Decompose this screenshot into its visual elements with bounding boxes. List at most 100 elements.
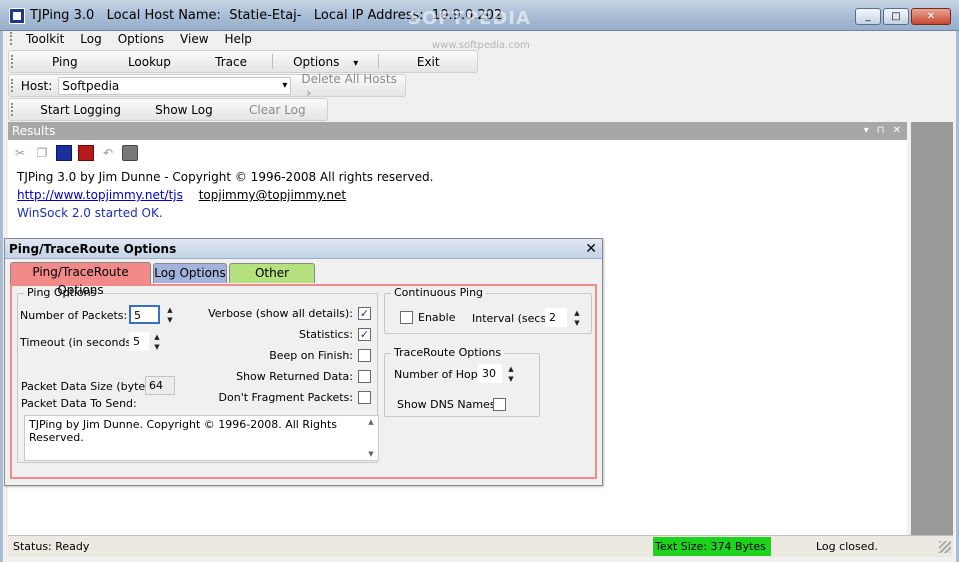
spin-down-icon[interactable]: ▼	[505, 374, 517, 384]
host-select[interactable]: Softpedia ▾	[58, 76, 292, 95]
results-line: http://www.topjimmy.net/tjs topjimmy@top…	[17, 186, 433, 204]
scroll-down-icon[interactable]: ▼	[368, 450, 373, 458]
results-header: Results ▾ ⊓ ✕	[8, 122, 907, 140]
statistics-label: Statistics:	[299, 328, 353, 341]
results-line: WinSock 2.0 started OK.	[17, 206, 163, 220]
menu-toolkit[interactable]: Toolkit	[18, 32, 72, 46]
menu-help[interactable]: Help	[217, 32, 260, 46]
enable-label: Enable	[418, 311, 456, 324]
lookup-button[interactable]: Lookup	[109, 55, 191, 69]
menu-log[interactable]: Log	[72, 32, 109, 46]
tab-panel: Ping Options Number of Packets: 5 ▲ ▼ Ti…	[10, 284, 597, 479]
verbose-label: Verbose (show all details):	[208, 307, 353, 320]
show-dns-label: Show DNS Names:	[397, 398, 500, 411]
timeout-label: Timeout (in seconds):	[20, 336, 140, 349]
spin-up-icon[interactable]: ▲	[151, 332, 163, 342]
interval-label: Interval (secs):	[472, 312, 555, 325]
show-log-button[interactable]: Show Log	[140, 103, 227, 117]
toolbar-grip[interactable]	[11, 55, 15, 68]
packet-data-text: TJPing by Jim Dunne. Copyright © 1996-20…	[29, 418, 338, 444]
textarea-scrollbar[interactable]: ▲ ▼	[366, 418, 376, 458]
menu-options[interactable]: Options	[110, 32, 172, 46]
scroll-up-icon[interactable]: ▲	[368, 418, 373, 426]
status-bar: Status: Ready Text Size: 374 Bytes Log c…	[8, 535, 953, 557]
clear-icon[interactable]	[78, 145, 94, 161]
hostbar-grip[interactable]	[11, 79, 15, 92]
main-toolbar: Ping Lookup Trace Options ▾ Exit	[8, 50, 478, 73]
start-logging-button[interactable]: Start Logging	[21, 103, 140, 117]
tab-ping-traceroute-options[interactable]: Ping/TraceRoute Options	[10, 262, 151, 297]
resize-grip[interactable]	[939, 541, 951, 553]
spin-up-icon[interactable]: ▲	[164, 305, 176, 315]
print-icon[interactable]	[122, 145, 138, 161]
verbose-checkbox[interactable]: ✓	[358, 307, 371, 320]
right-gray-panel	[911, 122, 953, 535]
email-link[interactable]: topjimmy@topjimmy.net	[199, 188, 346, 202]
traceroute-options-title: TraceRoute Options	[391, 346, 505, 359]
chevron-down-icon: ▾	[282, 80, 288, 91]
show-dns-checkbox[interactable]	[493, 398, 506, 411]
spin-up-icon[interactable]: ▲	[505, 364, 517, 374]
pin-icon[interactable]: ⊓	[877, 122, 885, 140]
website-link[interactable]: http://www.topjimmy.net/tjs	[17, 188, 183, 202]
pane-menu-icon[interactable]: ▾	[864, 122, 869, 140]
enable-checkbox[interactable]	[400, 311, 413, 324]
num-packets-spinner[interactable]: ▲ ▼	[164, 305, 176, 325]
hops-label: Number of Hops:	[394, 368, 488, 381]
pane-controls: ▾ ⊓ ✕	[864, 122, 901, 140]
minimize-button[interactable]: _	[855, 8, 881, 25]
show-returned-checkbox[interactable]	[358, 370, 371, 383]
packet-data-textarea[interactable]: TJPing by Jim Dunne. Copyright © 1996-20…	[24, 415, 379, 461]
dialog-title-bar[interactable]: Ping/TraceRoute Options ✕	[5, 239, 602, 259]
logbar-grip[interactable]	[11, 103, 15, 116]
host-value: Softpedia	[62, 78, 120, 93]
spin-down-icon[interactable]: ▼	[571, 318, 583, 328]
trace-button[interactable]: Trace	[190, 55, 272, 69]
close-button[interactable]: ✕	[911, 8, 951, 25]
cut-icon[interactable]: ✂	[12, 145, 28, 161]
tab-log-options[interactable]: Log Options	[153, 263, 227, 283]
beep-checkbox[interactable]	[358, 349, 371, 362]
chevron-down-icon: ▾	[353, 57, 359, 69]
packet-size-input[interactable]: 64	[145, 376, 175, 395]
show-returned-label: Show Returned Data:	[236, 370, 353, 383]
dialog-close-icon[interactable]: ✕	[585, 239, 597, 259]
hops-input[interactable]: 30	[478, 364, 502, 383]
undo-icon[interactable]: ↶	[100, 145, 116, 161]
spin-up-icon[interactable]: ▲	[571, 308, 583, 318]
exit-button[interactable]: Exit	[379, 55, 477, 69]
menu-bar: Toolkit Log Options View Help	[8, 27, 252, 50]
continuous-ping-title: Continuous Ping	[391, 286, 487, 299]
status-log: Log closed.	[816, 540, 878, 553]
select-all-icon[interactable]	[56, 145, 72, 161]
spin-down-icon[interactable]: ▼	[151, 342, 163, 352]
maximize-button[interactable]: □	[883, 8, 909, 25]
options-dropdown-button[interactable]: Options ▾	[273, 55, 379, 69]
results-line: TJPing 3.0 by Jim Dunne - Copyright © 19…	[17, 170, 434, 184]
interval-input[interactable]: 2	[545, 308, 567, 327]
timeout-spinner[interactable]: ▲ ▼	[151, 332, 163, 352]
traceroute-options-group: TraceRoute Options Number of Hops: 30 ▲ …	[384, 346, 540, 417]
statistics-checkbox[interactable]: ✓	[358, 328, 371, 341]
num-packets-input[interactable]: 5	[129, 305, 160, 324]
close-pane-icon[interactable]: ✕	[893, 122, 901, 140]
packet-size-label: Packet Data Size (bytes):	[21, 380, 159, 393]
timeout-input[interactable]: 5	[129, 332, 149, 351]
delete-all-hosts-button[interactable]: Delete All Hosts ›	[301, 72, 405, 100]
ping-button[interactable]: Ping	[21, 55, 109, 69]
interval-spinner[interactable]: ▲ ▼	[571, 308, 583, 328]
num-packets-label: Number of Packets:	[20, 309, 128, 322]
log-toolbar: Start Logging Show Log Clear Log	[8, 98, 328, 121]
copy-icon[interactable]: ❐	[34, 145, 50, 161]
status-text-size: Text Size: 374 Bytes	[653, 537, 771, 556]
spin-down-icon[interactable]: ▼	[164, 315, 176, 325]
delete-all-hosts-label: Delete All Hosts	[301, 71, 397, 86]
menu-view[interactable]: View	[172, 32, 216, 46]
hops-spinner[interactable]: ▲ ▼	[505, 364, 517, 384]
status-ready: Status: Ready	[13, 540, 90, 553]
menubar-grip[interactable]	[10, 32, 12, 45]
tab-other-options[interactable]: Other Options	[229, 263, 315, 298]
clear-log-button[interactable]: Clear Log	[228, 103, 327, 117]
dont-fragment-checkbox[interactable]	[358, 391, 371, 404]
packet-send-label: Packet Data To Send:	[21, 397, 137, 410]
